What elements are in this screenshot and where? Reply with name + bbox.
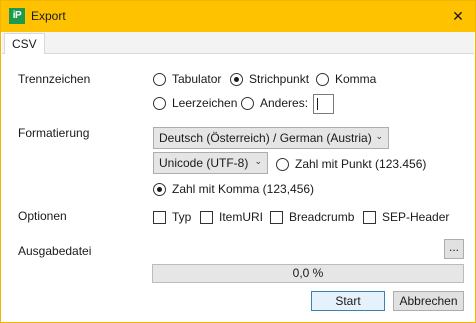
output-file-label: Ausgabedatei [18,244,92,258]
text-caret [317,98,318,110]
checkbox-label: SEP-Header [382,210,450,224]
radio-label: Komma [335,72,377,86]
radio-label: Anderes: [260,96,309,110]
radio-semicolon-separator[interactable]: Strichpunkt [230,72,309,86]
format-label: Formatierung [18,126,90,140]
checkbox-label: ItemURI [219,210,264,224]
checkbox-box [270,210,283,224]
radio-circle [153,96,166,110]
tab-strip: CSV [2,32,474,55]
csv-panel: Trennzeichen Tabulator Strichpunkt Komma… [2,54,474,322]
checkbox-breadcrumb[interactable]: Breadcrumb [270,210,354,224]
app-logo-icon: iP [9,8,25,24]
radio-label: Tabulator [172,72,222,86]
chevron-down-icon: ⌄ [375,131,383,141]
tab-csv[interactable]: CSV [4,33,45,55]
radio-circle [241,96,254,110]
checkbox-label: Typ [172,210,192,224]
radio-circle [276,157,289,171]
cancel-button[interactable]: Abbrechen [393,291,464,311]
start-button[interactable]: Start [311,291,385,311]
locale-select[interactable]: Deutsch (Österreich) / German (Austria) … [153,127,389,149]
radio-circle [316,72,329,86]
checkbox-box [153,210,166,224]
checkbox-box [363,210,376,224]
checkbox-label: Breadcrumb [289,210,355,224]
separator-label: Trennzeichen [18,72,91,86]
radio-label: Zahl mit Komma (123,456) [172,182,315,196]
radio-comma-separator[interactable]: Komma [316,72,376,86]
chevron-down-icon: ⌄ [254,156,262,166]
radio-number-dot[interactable]: Zahl mit Punkt (123.456) [276,157,426,171]
window-title: Export [31,9,66,23]
radio-space-separator[interactable]: Leerzeichen [153,96,237,110]
browse-button[interactable]: ... [444,239,464,259]
export-progress-bar: 0,0 % [152,264,464,283]
radio-circle [230,72,243,86]
radio-circle [153,72,166,86]
radio-label: Zahl mit Punkt (123.456) [295,157,427,171]
encoding-select-value: Unicode (UTF-8) [159,156,249,170]
radio-number-comma[interactable]: Zahl mit Komma (123,456) [153,182,314,196]
export-dialog: iP Export ✕ CSV Trennzeichen Tabulator S… [0,0,476,323]
checkbox-sep-header[interactable]: SEP-Header [363,210,449,224]
encoding-select[interactable]: Unicode (UTF-8) ⌄ [153,152,268,174]
radio-other-separator[interactable]: Anderes: [241,96,308,110]
title-bar: iP Export ✕ [1,1,475,32]
radio-label: Leerzeichen [172,96,238,110]
radio-tab-separator[interactable]: Tabulator [153,72,221,86]
radio-circle [153,182,166,196]
locale-select-value: Deutsch (Österreich) / German (Austria) [159,131,372,145]
progress-text: 0,0 % [292,266,324,280]
radio-label: Strichpunkt [249,72,310,86]
checkbox-box [200,210,213,224]
close-button[interactable]: ✕ [447,5,469,27]
other-separator-input[interactable] [313,94,334,114]
checkbox-type[interactable]: Typ [153,210,191,224]
checkbox-itemuri[interactable]: ItemURI [200,210,263,224]
options-label: Optionen [18,209,67,223]
